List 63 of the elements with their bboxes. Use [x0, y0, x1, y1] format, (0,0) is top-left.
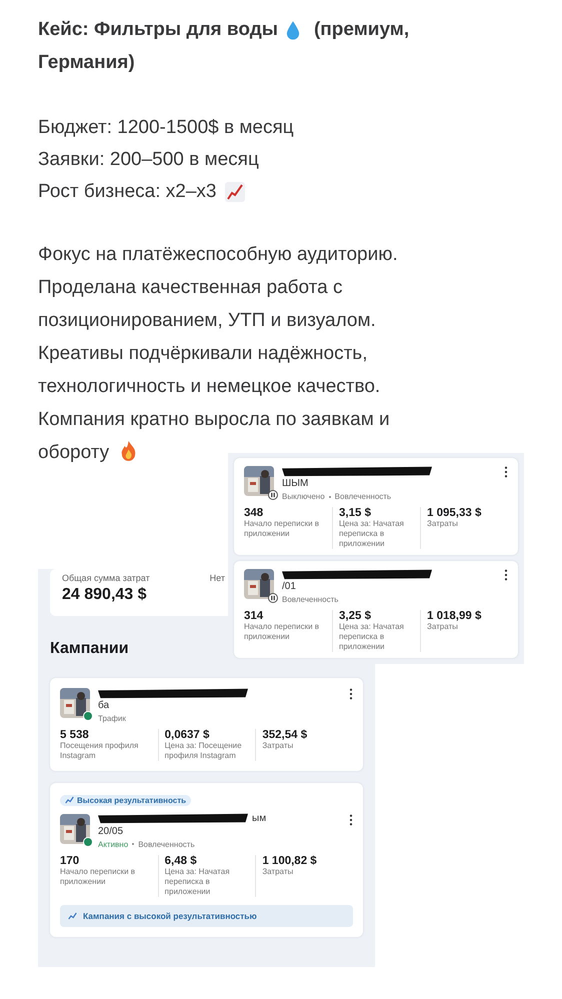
- metric-label: Начало переписки в приложении: [244, 519, 320, 539]
- campaign-title: ым: [252, 812, 266, 824]
- heading-text: Кейс: Фильтры для воды: [38, 18, 278, 42]
- heading-text: Германия): [38, 51, 135, 75]
- metric-value: 5 538: [60, 729, 90, 741]
- campaign-objective: Трафик: [98, 714, 126, 723]
- metric-value: 3,15 $: [339, 507, 372, 519]
- metric-value: 348: [244, 507, 264, 519]
- summary-label: Общая сумма затрат: [62, 573, 150, 583]
- metric-label: Начало переписки в приложении: [244, 622, 320, 642]
- campaign-objective: Вовлеченность: [334, 492, 392, 501]
- droplet-icon: [286, 20, 300, 40]
- metric-value: 352,54 $: [262, 729, 308, 741]
- campaign-card[interactable]: ШЫМ Выключено Вовлеченность 348 Начало переписки в приложении 3,15 $ Цена за: Начатая переписка в приложении 1 095,33 $ Затраты: [234, 458, 518, 555]
- metric-label: Цена за: Начатая переписка в приложении: [339, 622, 405, 652]
- metric-value: 3,25 $: [339, 610, 372, 622]
- metric-value: 170: [60, 854, 80, 866]
- separator-dot: [132, 843, 134, 845]
- more-icon[interactable]: [504, 466, 508, 478]
- more-icon[interactable]: [349, 688, 353, 700]
- metric-label: Затраты: [427, 622, 459, 632]
- metric-value: 1 100,82 $: [262, 854, 318, 866]
- body-text: обороту: [38, 442, 110, 463]
- campaign-title: 20/05: [98, 826, 124, 836]
- trend-icon: [68, 912, 77, 920]
- metric-label: Цена за: Начатая переписка в приложении: [164, 866, 231, 896]
- metric-value: 1 095,33 $: [427, 507, 482, 519]
- campaign-status: Выключено: [282, 492, 325, 501]
- campaign-title: ба: [98, 700, 110, 711]
- campaign-objective: Вовлеченность: [138, 840, 195, 848]
- more-icon[interactable]: [349, 814, 353, 826]
- campaign-title: /01: [282, 581, 296, 592]
- summary-value: 24 890,43 $: [62, 586, 148, 604]
- heading-text: (премиум,: [314, 18, 410, 42]
- metric-label: Затраты: [262, 866, 294, 876]
- fire-icon: [120, 440, 138, 461]
- metric-value: 0,0637 $: [164, 729, 210, 741]
- campaign-card[interactable]: Высокая результативность ым 20/05 Активно Вовлеченность 170 Начало переписки в приложении 6,48 $ Цена за: Начатая переписка в приложении 1 100,82 $ Затраты Кампания с высокой результативностью: [50, 783, 363, 936]
- separator-dot: [328, 496, 331, 498]
- section-title: Кампании: [50, 640, 129, 658]
- metric-value: 1 018,99 $: [427, 610, 482, 622]
- metric-value: 314: [244, 610, 264, 622]
- metric-label: Цена за: Начатая переписка в приложении: [339, 519, 405, 549]
- metric-label: Затраты: [427, 519, 459, 529]
- campaign-status: Активно: [98, 840, 128, 848]
- badge-text: Высокая результативность: [77, 796, 186, 804]
- metric-value: 6,48 $: [164, 854, 198, 866]
- metric-label: Посещения профиля Instagram: [60, 741, 140, 761]
- banner-text: Кампания с высокой результативностью: [83, 910, 257, 920]
- chart-icon: [225, 182, 246, 202]
- fact-text: Рост бизнеса: x2–x3: [38, 180, 216, 204]
- metric-label: Цена за: Посещение профиля Instagram: [164, 741, 243, 761]
- metric-label: Затраты: [262, 741, 294, 751]
- more-icon[interactable]: [504, 569, 508, 581]
- metric-label: Начало переписки в приложении: [60, 866, 136, 886]
- summary-label: Нет: [210, 573, 225, 585]
- campaign-card[interactable]: /01 Вовлеченность 314 Начало переписки в приложении 3,25 $ Цена за: Начатая переписка в приложении 1 018,99 $ Затраты: [234, 561, 518, 658]
- trend-icon: [65, 796, 74, 804]
- fact-text: Бюджет: 1200-1500$ в месяц: [38, 116, 294, 140]
- campaign-objective: Вовлеченность: [282, 595, 338, 604]
- campaign-card[interactable]: ба Трафик 5 538 Посещения профиля Instagram 0,0637 $ Цена за: Посещение профиля Instagram 352,54 $ Затраты: [50, 678, 363, 771]
- campaign-title: ШЫМ: [282, 478, 308, 489]
- fact-text: Заявки: 200–500 в месяц: [38, 148, 259, 172]
